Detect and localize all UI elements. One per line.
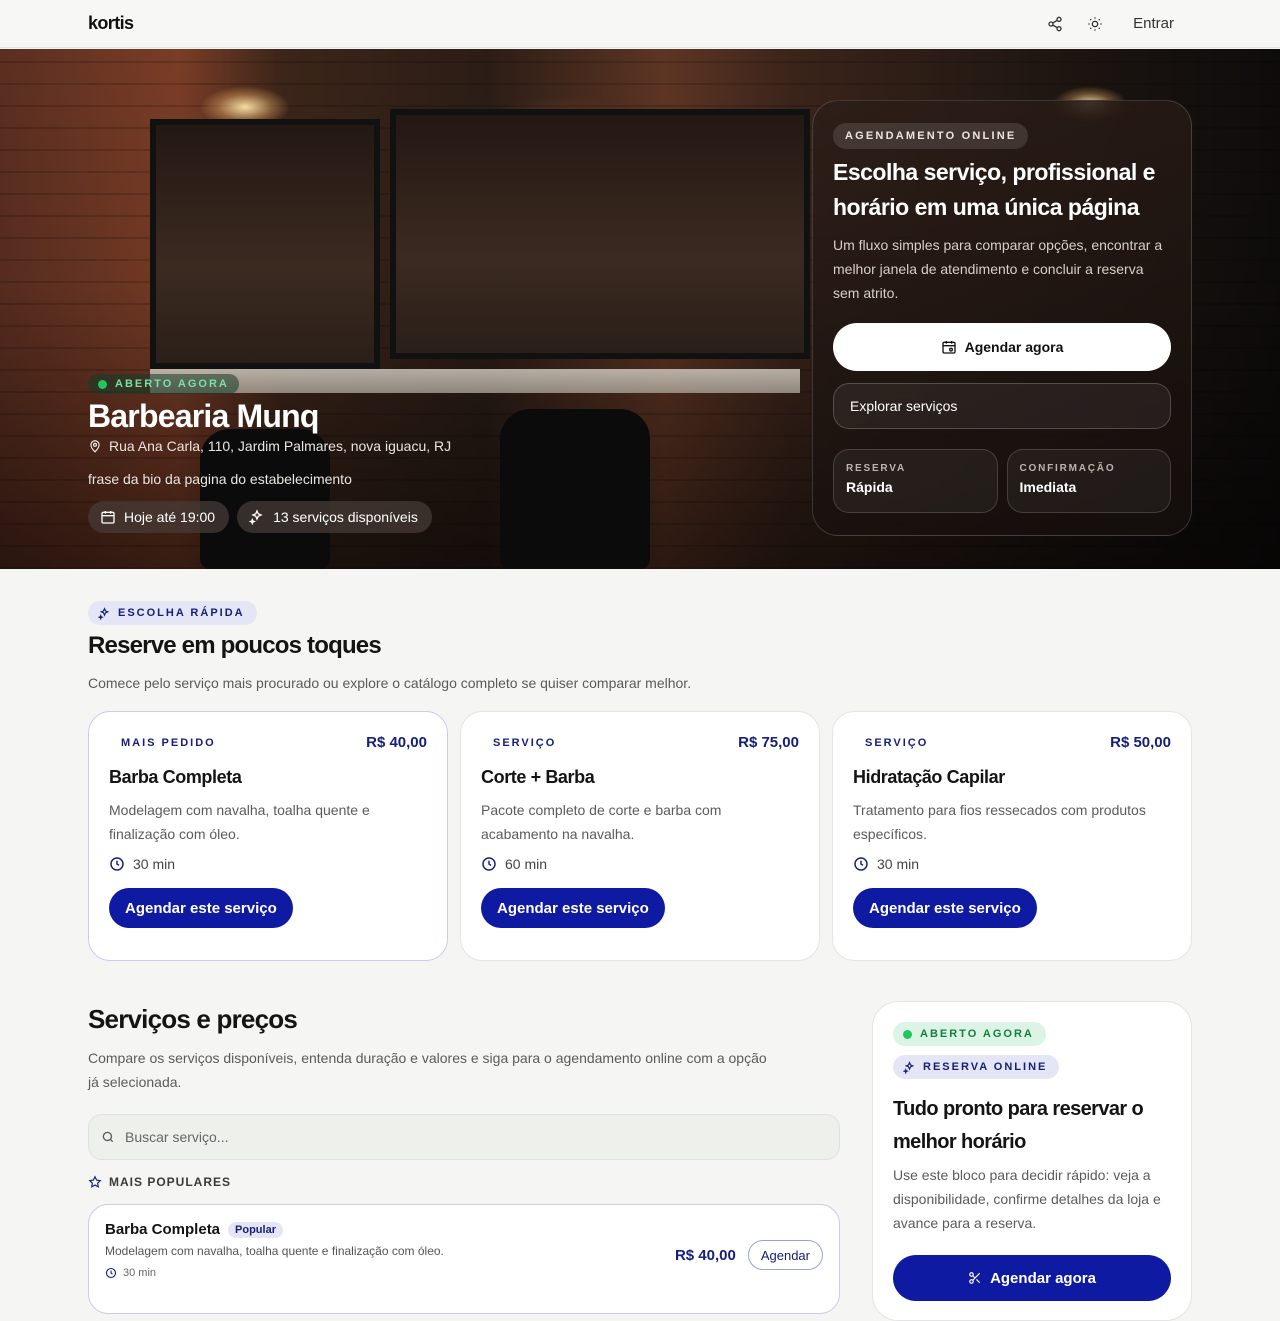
hero-photo-mirror (150, 119, 380, 369)
card-title: Hidratação Capilar (853, 767, 1005, 787)
booking-title: Escolha serviço, profissional e horário … (833, 159, 1155, 220)
popular-heading: MAIS POPULARES (88, 1175, 231, 1189)
hours-tag: Hoje até 19:00 (88, 501, 230, 533)
hero-tags: Hoje até 19:00 13 serviços disponíveis (88, 501, 451, 533)
reservation-side-card: ABERTO AGORA RESERVA ONLINE Tudo pronto … (872, 1001, 1192, 1321)
card-duration: 30 min (109, 856, 427, 872)
book-service-button[interactable]: Agendar este serviço (853, 888, 1037, 928)
service-name: Barba Completa (105, 1221, 221, 1238)
search-placeholder: Buscar serviço... (125, 1129, 229, 1145)
shop-info: ABERTO AGORA Barbearia Munq Rua Ana Carl… (88, 374, 451, 533)
hero-photo-chair (500, 409, 650, 569)
card-kicker: MAIS PEDIDO (121, 736, 216, 749)
calendar-icon (941, 341, 956, 354)
open-status-badge: ABERTO AGORA (88, 374, 239, 394)
top-nav: kortis Entrar (0, 0, 1280, 48)
card-price: R$ 75,00 (738, 734, 799, 751)
quick-card: SERVIÇO R$ 50,00 Hidratação Capilar Trata… (832, 711, 1192, 961)
shop-address: Rua Ana Carla, 110, Jardim Palmares, nov… (88, 438, 451, 454)
card-description: Tratamento para fios ressecados com prod… (853, 802, 1146, 842)
services-title: Serviços e preços (88, 1004, 298, 1034)
card-duration: 30 min (853, 856, 1171, 872)
shop-name: Barbearia Munq (88, 398, 319, 434)
book-now-button[interactable]: Agendar agora (833, 323, 1171, 371)
services-subtitle: Compare os serviços disponíveis, entenda… (88, 1050, 767, 1090)
open-status-badge: ABERTO AGORA (893, 1022, 1046, 1046)
service-row[interactable]: Barba Completa Popular Modelagem com nava… (88, 1204, 840, 1314)
sparkles-icon (98, 606, 110, 620)
side-description: Use este bloco para decidir rápido: veja… (893, 1167, 1161, 1231)
card-description: Pacote completo de corte e barba com aca… (481, 802, 722, 842)
explore-services-button[interactable]: Explorar serviços (833, 383, 1171, 429)
booking-stats: RESERVA Rápida CONFIRMAÇÃO Imediata (833, 449, 1171, 513)
card-description: Modelagem com navalha, toalha quente e f… (109, 802, 370, 842)
card-price: R$ 50,00 (1110, 734, 1171, 751)
quick-card: SERVIÇO R$ 75,00 Corte + Barba Pacote com… (460, 711, 820, 961)
book-service-button[interactable]: Agendar este serviço (481, 888, 665, 928)
clock-icon (854, 857, 868, 871)
card-kicker: SERVIÇO (493, 736, 557, 749)
clock-icon (482, 857, 496, 871)
popular-badge: Popular (228, 1221, 283, 1238)
quick-title: Reserve em poucos toques (88, 632, 382, 659)
book-button[interactable]: Agendar (747, 1240, 823, 1270)
shop-bio: frase da bio da pagina do estabeleciment… (88, 471, 352, 487)
side-title: Tudo pronto para reservar o melhor horár… (893, 1098, 1144, 1153)
reservation-kicker: RESERVA ONLINE (893, 1055, 1060, 1079)
quick-kicker: ESCOLHA RÁPIDA (88, 601, 257, 625)
status-dot-icon (98, 379, 107, 389)
card-title: Corte + Barba (481, 767, 595, 787)
booking-description: Um fluxo simples para comparar opções, e… (833, 237, 1163, 301)
booking-kicker: AGENDAMENTO ONLINE (833, 123, 1029, 149)
map-pin-icon (90, 440, 100, 453)
service-price: R$ 40,00 (674, 1246, 736, 1264)
nav-actions: Entrar (1035, 4, 1192, 44)
services-count-tag: 13 serviços disponíveis (237, 501, 432, 533)
search-input[interactable]: Buscar serviço... (88, 1114, 840, 1160)
clock-icon (105, 1267, 117, 1279)
hero-banner: ABERTO AGORA Barbearia Munq Rua Ana Carl… (0, 49, 1280, 569)
sparkles-icon (249, 509, 263, 525)
sparkles-icon (903, 1060, 915, 1074)
logo[interactable]: kortis (88, 13, 134, 34)
quick-subtitle: Comece pelo serviço mais procurado ou ex… (88, 675, 692, 691)
star-icon (88, 1175, 102, 1188)
scissors-icon (969, 1272, 981, 1284)
card-kicker: SERVIÇO (865, 736, 929, 749)
card-duration: 60 min (481, 856, 799, 872)
hero-photo-mirror (390, 109, 810, 359)
booking-panel: AGENDAMENTO ONLINE Escolha serviço, prof… (812, 100, 1192, 536)
card-title: Barba Completa (109, 767, 242, 787)
card-price: R$ 40,00 (366, 734, 427, 751)
login-link[interactable]: Entrar (1133, 15, 1174, 32)
calendar-icon (101, 511, 115, 524)
side-book-now-button[interactable]: Agendar agora (893, 1255, 1171, 1301)
share-icon[interactable] (1035, 4, 1075, 44)
book-service-button[interactable]: Agendar este serviço (109, 888, 293, 928)
quick-card: MAIS PEDIDO R$ 40,00 Barba Completa Model… (88, 711, 448, 961)
status-dot-icon (903, 1029, 912, 1039)
stat-confirmacao: CONFIRMAÇÃO Imediata (1006, 449, 1171, 513)
stat-reserva: RESERVA Rápida (833, 449, 998, 513)
clock-icon (110, 857, 124, 871)
search-icon (102, 1131, 114, 1143)
sun-icon[interactable] (1075, 4, 1115, 44)
